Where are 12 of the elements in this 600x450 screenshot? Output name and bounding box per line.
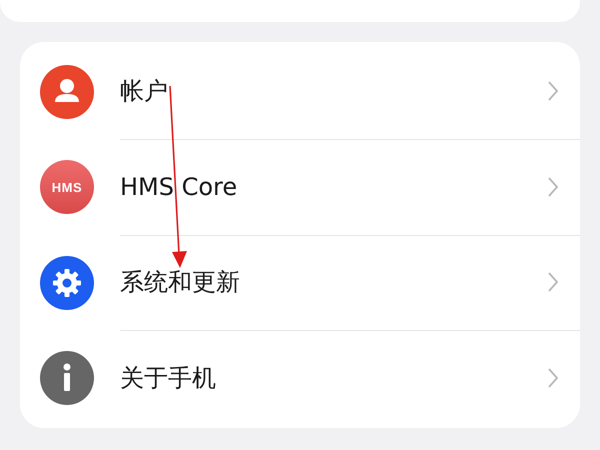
settings-item-label[interactable]: 系统和更新 [120,266,240,298]
info-icon [40,351,94,406]
chevron-icon [548,368,558,388]
settings-item-label[interactable]: 帐户 [120,75,168,108]
chevron-icon [548,272,558,292]
chevron-icon [548,81,558,102]
person-icon [40,64,94,119]
hms-logo: HMS [40,160,94,214]
chevron-icon [548,176,558,197]
settings-item-label[interactable]: 关于手机 [120,362,216,394]
settings-item-label[interactable]: HMS Core [120,172,238,201]
settings-icon [40,256,94,310]
